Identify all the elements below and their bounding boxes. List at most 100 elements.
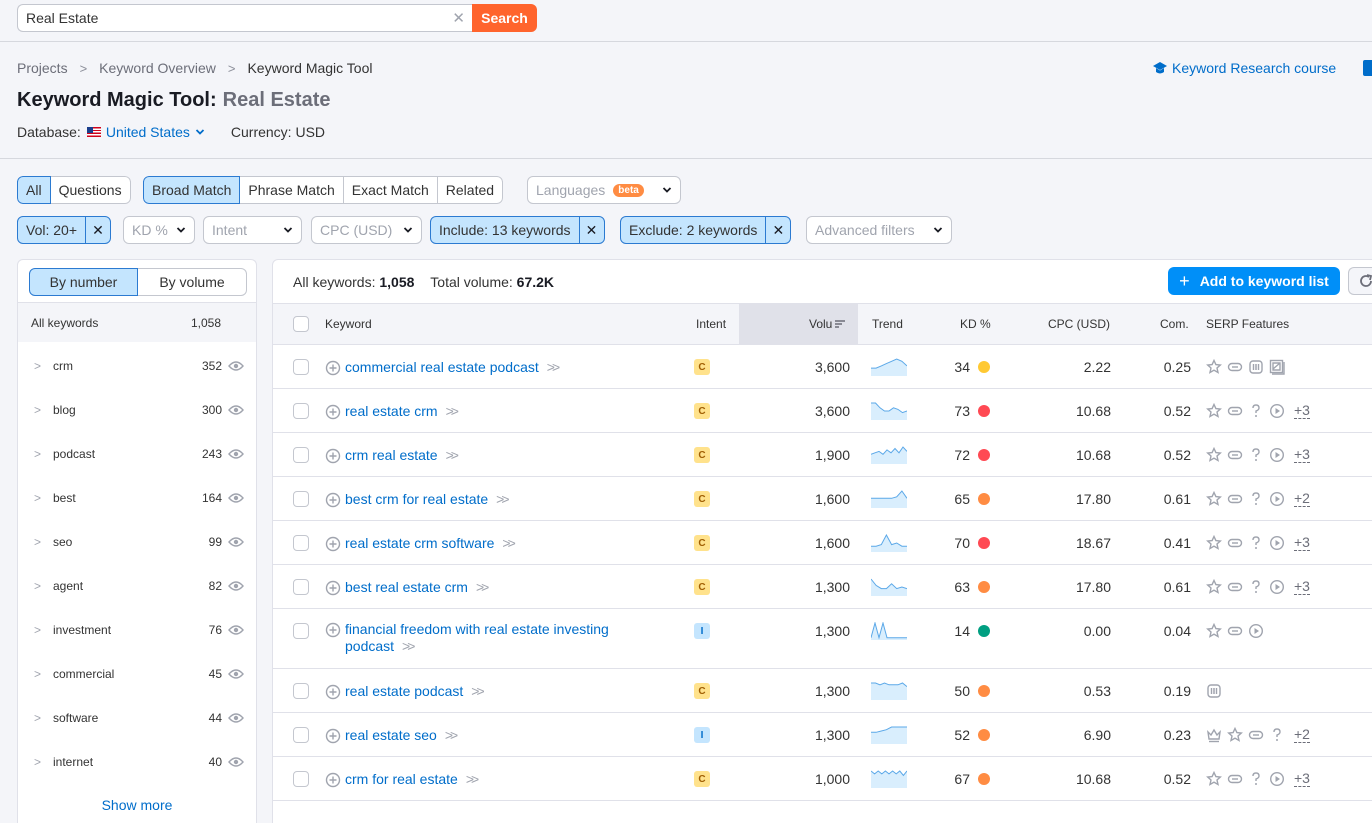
keyword-link[interactable]: real estate crm xyxy=(345,403,438,419)
add-keyword-icon[interactable] xyxy=(325,580,341,596)
add-keyword-icon[interactable] xyxy=(325,772,341,788)
serp-question-icon[interactable] xyxy=(1248,491,1264,507)
more-serp-features-link[interactable]: +3 xyxy=(1294,771,1310,787)
serp-link-icon[interactable] xyxy=(1227,491,1243,507)
group-item-blog[interactable]: > blog 300 xyxy=(18,388,256,432)
row-checkbox[interactable] xyxy=(293,771,309,787)
serp-link-icon[interactable] xyxy=(1227,623,1243,639)
serp-link-icon[interactable] xyxy=(1227,403,1243,419)
serp-video-icon[interactable] xyxy=(1269,491,1285,507)
more-serp-features-link[interactable]: +2 xyxy=(1294,491,1310,507)
more-serp-features-link[interactable]: +3 xyxy=(1294,579,1310,595)
serp-video-icon[interactable] xyxy=(1269,535,1285,551)
group-item-investment[interactable]: > investment 76 xyxy=(18,608,256,652)
column-serp-features[interactable]: SERP Features xyxy=(1206,304,1289,344)
tab-broad-match[interactable]: Broad Match xyxy=(143,176,241,204)
more-serp-features-link[interactable]: +2 xyxy=(1294,727,1310,743)
double-chevron-icon[interactable]: >> xyxy=(466,771,479,787)
by-volume-button[interactable]: By volume xyxy=(138,268,247,296)
more-serp-features-link[interactable]: +3 xyxy=(1294,535,1310,551)
group-item-seo[interactable]: > seo 99 xyxy=(18,520,256,564)
intent-filter-dropdown[interactable]: Intent xyxy=(203,216,302,244)
serp-crown-icon[interactable] xyxy=(1206,727,1222,743)
languages-dropdown[interactable]: Languages beta xyxy=(527,176,681,204)
chevron-right-icon[interactable]: > xyxy=(34,403,44,417)
double-chevron-icon[interactable]: >> xyxy=(445,727,458,743)
serp-link-icon[interactable] xyxy=(1227,359,1243,375)
double-chevron-icon[interactable]: >> xyxy=(547,359,560,375)
double-chevron-icon[interactable]: >> xyxy=(496,491,509,507)
chevron-right-icon[interactable]: > xyxy=(34,535,44,549)
group-item-internet[interactable]: > internet 40 xyxy=(18,740,256,784)
add-to-keyword-list-button[interactable]: + Add to keyword list xyxy=(1168,267,1340,295)
eye-icon[interactable] xyxy=(228,668,244,680)
volume-filter-chip[interactable]: Vol: 20+ ✕ xyxy=(17,216,111,244)
eye-icon[interactable] xyxy=(228,536,244,548)
serp-image-icon[interactable] xyxy=(1269,359,1285,375)
group-item-software[interactable]: > software 44 xyxy=(18,696,256,740)
row-checkbox[interactable] xyxy=(293,403,309,419)
row-checkbox[interactable] xyxy=(293,447,309,463)
serp-question-icon[interactable] xyxy=(1248,535,1264,551)
double-chevron-icon[interactable]: >> xyxy=(402,638,415,654)
double-chevron-icon[interactable]: >> xyxy=(502,535,515,551)
serp-video-icon[interactable] xyxy=(1269,771,1285,787)
serp-star-icon[interactable] xyxy=(1206,491,1222,507)
eye-icon[interactable] xyxy=(228,404,244,416)
chevron-right-icon[interactable]: > xyxy=(34,623,44,637)
chevron-right-icon[interactable]: > xyxy=(34,711,44,725)
eye-icon[interactable] xyxy=(228,360,244,372)
add-keyword-icon[interactable] xyxy=(325,448,341,464)
row-checkbox[interactable] xyxy=(293,359,309,375)
sort-descending-icon[interactable] xyxy=(834,319,846,329)
add-keyword-icon[interactable] xyxy=(325,622,341,638)
row-checkbox[interactable] xyxy=(293,623,309,639)
include-filter-chip[interactable]: Include: 13 keywords ✕ xyxy=(430,216,605,244)
eye-icon[interactable] xyxy=(228,580,244,592)
double-chevron-icon[interactable]: >> xyxy=(446,447,459,463)
tab-questions[interactable]: Questions xyxy=(50,176,131,204)
serp-star-icon[interactable] xyxy=(1227,727,1243,743)
serp-star-icon[interactable] xyxy=(1206,447,1222,463)
row-checkbox[interactable] xyxy=(293,535,309,551)
chevron-right-icon[interactable]: > xyxy=(34,667,44,681)
group-item-podcast[interactable]: > podcast 243 xyxy=(18,432,256,476)
remove-include-filter-icon[interactable]: ✕ xyxy=(580,222,604,239)
serp-link-icon[interactable] xyxy=(1227,535,1243,551)
serp-link-icon[interactable] xyxy=(1248,727,1264,743)
double-chevron-icon[interactable]: >> xyxy=(446,403,459,419)
keyword-link[interactable]: best crm for real estate xyxy=(345,491,488,507)
serp-video-icon[interactable] xyxy=(1248,623,1264,639)
serp-news-icon[interactable] xyxy=(1248,359,1264,375)
keyword-link[interactable]: crm real estate xyxy=(345,447,438,463)
column-kd[interactable]: KD % xyxy=(960,304,991,344)
exclude-filter-chip[interactable]: Exclude: 2 keywords ✕ xyxy=(620,216,792,244)
add-keyword-icon[interactable] xyxy=(325,360,341,376)
column-volume[interactable]: Volu xyxy=(809,304,846,344)
double-chevron-icon[interactable]: >> xyxy=(476,579,489,595)
add-keyword-icon[interactable] xyxy=(325,404,341,420)
serp-link-icon[interactable] xyxy=(1227,579,1243,595)
row-checkbox[interactable] xyxy=(293,727,309,743)
search-input[interactable] xyxy=(17,4,472,32)
eye-icon[interactable] xyxy=(228,624,244,636)
serp-star-icon[interactable] xyxy=(1206,771,1222,787)
chevron-right-icon[interactable]: > xyxy=(34,447,44,461)
keyword-link[interactable]: commercial real estate podcast xyxy=(345,359,539,375)
keyword-link[interactable]: crm for real estate xyxy=(345,771,458,787)
group-item-best[interactable]: > best 164 xyxy=(18,476,256,520)
row-checkbox[interactable] xyxy=(293,579,309,595)
serp-news-icon[interactable] xyxy=(1206,683,1222,699)
row-checkbox[interactable] xyxy=(293,683,309,699)
serp-star-icon[interactable] xyxy=(1206,535,1222,551)
remove-exclude-filter-icon[interactable]: ✕ xyxy=(766,222,790,239)
search-button[interactable]: Search xyxy=(472,4,537,32)
serp-video-icon[interactable] xyxy=(1269,447,1285,463)
docs-icon[interactable] xyxy=(1363,60,1372,76)
keyword-link[interactable]: real estate podcast xyxy=(345,683,463,699)
keyword-link[interactable]: real estate seo xyxy=(345,727,437,743)
group-item-crm[interactable]: > crm 352 xyxy=(18,344,256,388)
add-keyword-icon[interactable] xyxy=(325,536,341,552)
show-more-link[interactable]: Show more xyxy=(18,797,256,813)
serp-video-icon[interactable] xyxy=(1269,403,1285,419)
